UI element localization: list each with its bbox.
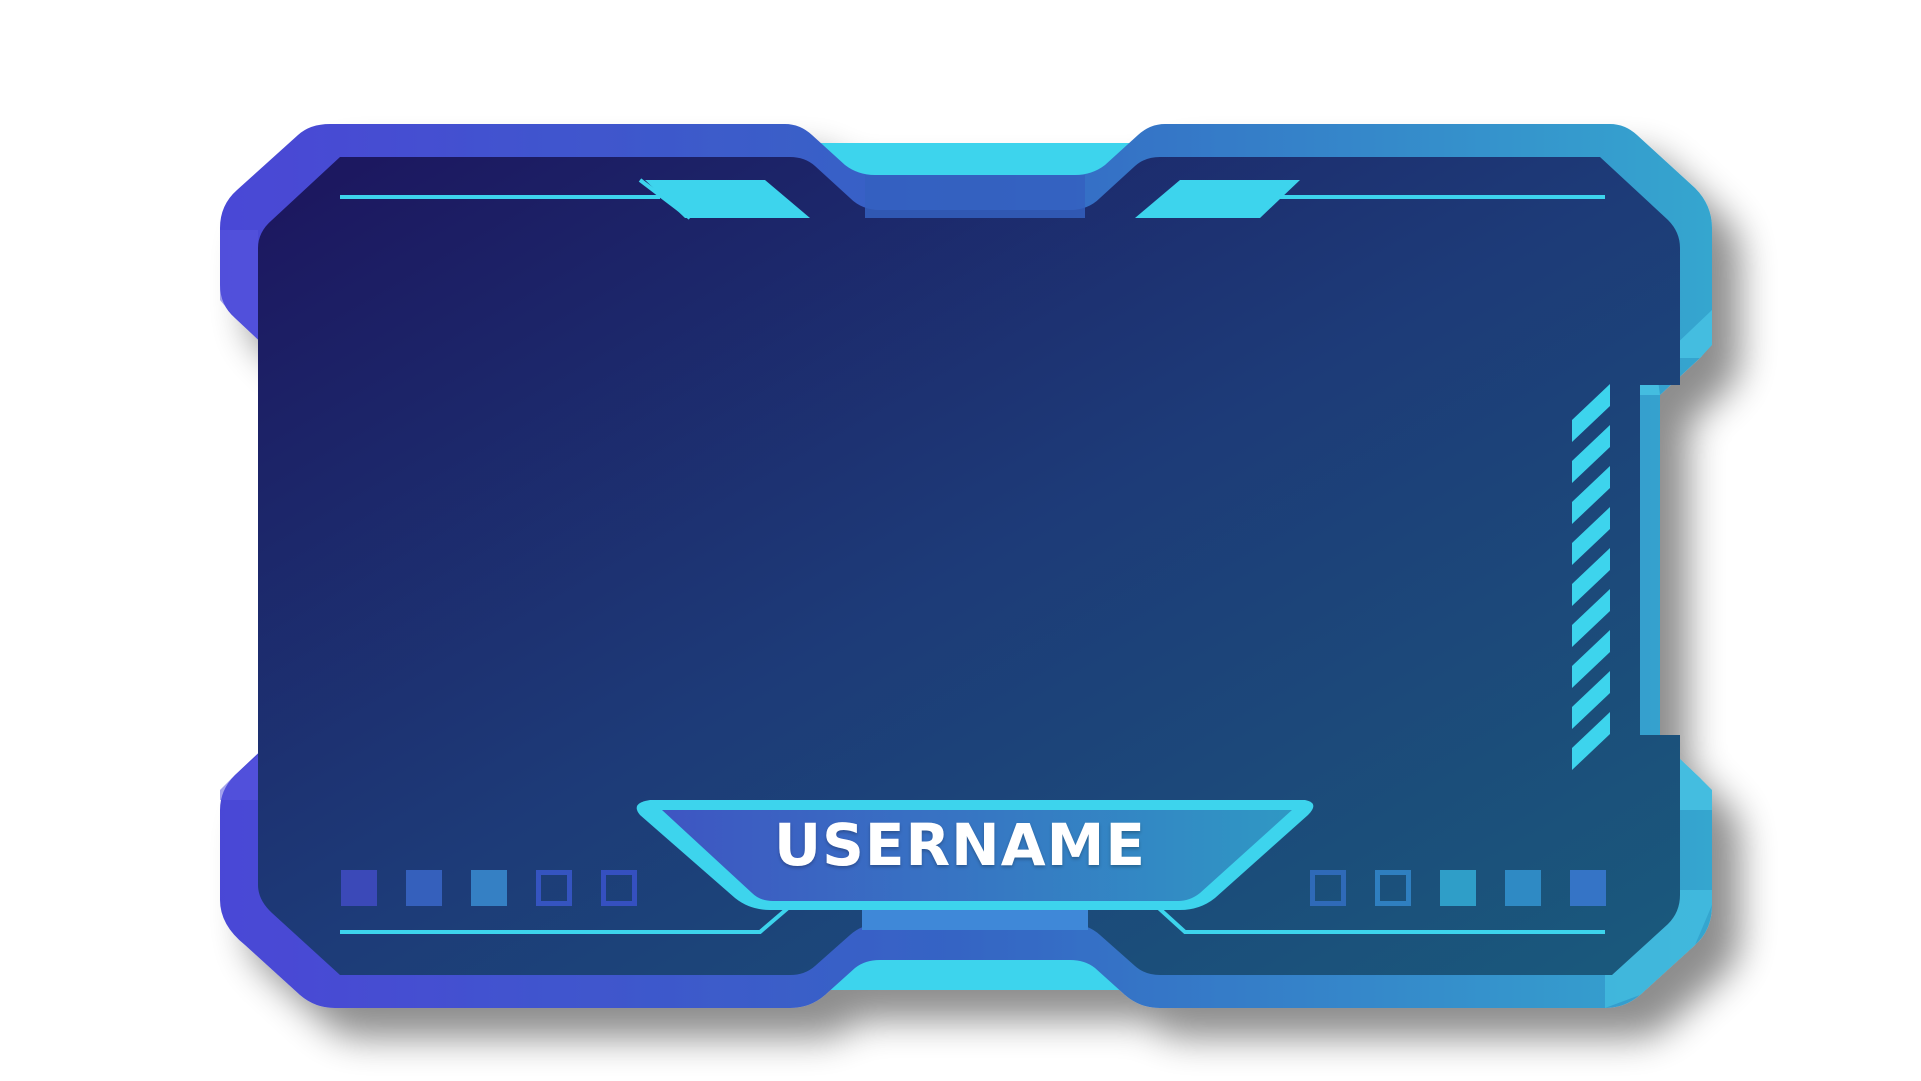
- filled-square-indicator: [406, 870, 442, 906]
- filled-square-indicator: [1570, 870, 1606, 906]
- nameplate: [662, 810, 1292, 901]
- filled-square-indicator: [1440, 870, 1476, 906]
- frame-artwork: [220, 124, 1712, 1008]
- stream-overlay-frame: USERNAME: [0, 0, 1921, 1081]
- filled-square-indicator: [341, 870, 377, 906]
- filled-square-indicator: [471, 870, 507, 906]
- filled-square-indicator: [1505, 870, 1541, 906]
